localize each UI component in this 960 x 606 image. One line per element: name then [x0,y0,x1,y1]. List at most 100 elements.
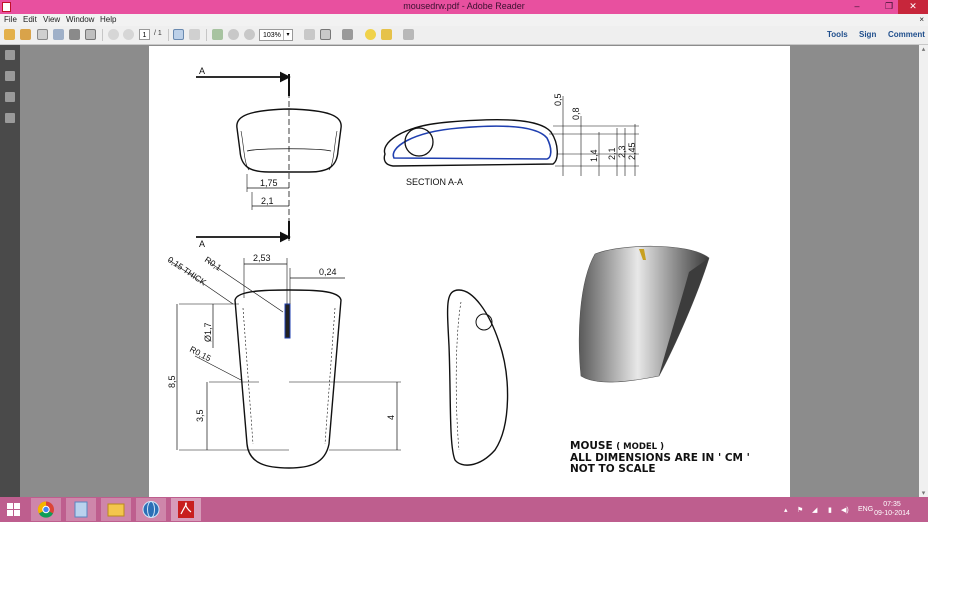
edit-icon[interactable] [37,29,48,40]
expand-icon[interactable] [403,29,414,40]
comment-link[interactable]: Comment [888,30,925,39]
clock-date: 09-10-2014 [874,510,910,517]
taskbar-document[interactable] [66,498,96,521]
bookmarks-icon[interactable] [5,71,15,81]
close-button[interactable]: ✕ [898,0,928,14]
label-dim-245: 2,45 [627,142,637,160]
toolbar-separator [206,29,207,41]
label-dim-23: 2,3 [617,145,627,158]
label-dim-175: 1,75 [260,178,278,188]
page-number-input[interactable]: 1 [139,29,150,40]
zoom-in-icon[interactable] [244,29,255,40]
adobe-reader-icon [178,501,194,518]
taskbar-adobe-reader[interactable] [171,498,201,521]
zoom-level-select[interactable]: 103% ▾ [259,29,293,41]
create-icon[interactable] [4,29,15,40]
taskbar: ▴ ⚑ ◢ ▮ ◀) ENG 07:35 09-10-2014 [0,497,928,522]
hand-tool-icon[interactable] [189,29,200,40]
windows-logo-icon [7,503,20,516]
battery-icon[interactable]: ▮ [828,506,832,514]
volume-icon[interactable]: ◀) [841,506,849,514]
label-dim-024: 0,24 [319,267,337,277]
label-dim-21-front: 2,1 [261,196,274,206]
toolbar-separator [168,29,169,41]
chevron-down-icon[interactable]: ▾ [283,30,292,40]
highlight-icon[interactable] [381,29,392,40]
next-page-icon[interactable] [123,29,134,40]
document-close-button[interactable]: × [919,15,924,24]
label-thick: 0,15 THICK [166,254,209,287]
scroll-down-icon[interactable]: ▾ [919,489,928,497]
layers-icon[interactable] [5,113,15,123]
read-mode-icon[interactable] [342,29,353,40]
taskbar-chrome[interactable] [31,498,61,521]
select-tool-icon[interactable] [173,29,184,40]
language-indicator[interactable]: ENG [858,506,873,513]
wifi-icon[interactable]: ◢ [812,506,817,514]
note-model: ( MODEL ) [616,442,664,452]
drawing-note: MOUSE ( MODEL ) ALL DIMENSIONS ARE IN ' … [570,441,750,475]
label-r015: R0,15 [188,344,213,364]
menu-window[interactable]: Window [66,15,94,24]
comment-icon[interactable] [365,29,376,40]
mouse-3d-render [578,245,710,383]
menu-view[interactable]: View [43,15,60,24]
label-section-caption: SECTION A-A [406,177,463,187]
toolbar-separator [102,29,103,41]
taskbar-app[interactable] [136,498,166,521]
globe-icon [142,501,160,518]
side-view [446,289,509,466]
label-dia17: Ø1,7 [203,322,213,342]
menu-help[interactable]: Help [100,15,116,24]
vertical-scrollbar[interactable]: ▴ ▾ [919,45,928,497]
scroll-up-icon[interactable]: ▴ [919,45,928,53]
toolbar: 1 / 1 103% ▾ Tools Sign Comment [0,26,928,45]
open-icon[interactable] [20,29,31,40]
start-button[interactable] [0,498,28,521]
note-mouse: MOUSE [570,440,613,452]
label-section-a-bottom: A [199,239,205,249]
save-icon[interactable] [53,29,64,40]
label-dim-08: 0,8 [571,107,581,120]
label-section-a-top: A [199,66,205,76]
taskbar-file-explorer[interactable] [101,498,131,521]
document-icon [74,501,88,518]
zoom-level-value: 103% [263,32,281,39]
clock-time: 07:35 [883,501,901,508]
fit-width-icon[interactable] [320,29,331,40]
menu-edit[interactable]: Edit [23,15,37,24]
label-dim-4: 4 [386,415,396,420]
tools-link[interactable]: Tools [827,30,848,39]
label-dim-05: 0,5 [553,93,563,106]
page-total: / 1 [154,30,162,37]
label-dim-14: 1,4 [589,149,599,162]
maximize-button[interactable]: ❐ [878,0,900,14]
desktop-screen: mousedrw.pdf - Adobe Reader – ❐ ✕ File E… [0,0,928,522]
label-dim-85: 8,5 [167,375,177,388]
page-thumbnails-icon[interactable] [5,50,15,60]
print-icon[interactable] [69,29,80,40]
chrome-icon [37,501,54,518]
zoom-marquee-icon[interactable] [212,29,223,40]
label-dim-253: 2,53 [253,253,271,263]
label-dim-35: 3,5 [195,409,205,422]
previous-page-icon[interactable] [108,29,119,40]
minimize-button[interactable]: – [846,0,868,14]
show-hidden-icons[interactable]: ▴ [784,506,788,514]
note-line3: NOT TO SCALE [570,463,656,475]
clock[interactable]: 07:35 09-10-2014 [872,500,912,518]
network-flag-icon[interactable]: ⚑ [797,506,803,514]
zoom-out-icon[interactable] [228,29,239,40]
folder-icon [107,503,125,517]
navigation-panel [0,45,20,497]
pdf-page: A A SECTION A-A 1,75 2,1 0,5 0,8 1,4 2,1… [149,46,790,497]
menu-file[interactable]: File [4,15,17,24]
window-title: mousedrw.pdf - Adobe Reader [403,1,525,11]
label-dim-21-side: 2,1 [607,147,617,160]
sign-link[interactable]: Sign [859,30,876,39]
menu-bar: File Edit View Window Help × [0,14,928,26]
email-icon[interactable] [85,29,96,40]
fit-page-icon[interactable] [304,29,315,40]
attachments-icon[interactable] [5,92,15,102]
technical-drawing: A A SECTION A-A 1,75 2,1 0,5 0,8 1,4 2,1… [166,66,710,469]
